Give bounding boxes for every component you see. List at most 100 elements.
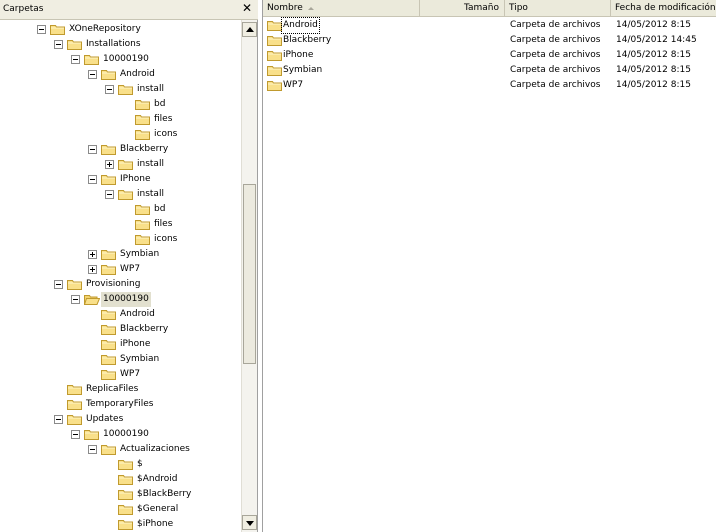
tree-node[interactable]: Updates <box>0 412 241 427</box>
collapse-minus-icon[interactable] <box>105 85 114 94</box>
collapse-minus-icon[interactable] <box>71 295 80 304</box>
tree-node[interactable]: XOneRepository <box>0 22 241 37</box>
tree-node[interactable]: Blackberry <box>0 322 241 337</box>
tree-node[interactable]: 10000190 <box>0 427 241 442</box>
tree-node[interactable]: icons <box>0 232 241 247</box>
collapse-minus-icon[interactable] <box>71 430 80 439</box>
column-header-tipo[interactable]: Tipo <box>505 0 611 17</box>
collapse-minus-icon[interactable] <box>54 40 63 49</box>
tree-node-label[interactable]: Blackberry <box>118 142 170 157</box>
tree-node[interactable]: 10000190 <box>0 52 241 67</box>
file-name[interactable]: WP7 <box>282 78 304 93</box>
tree-node-label[interactable]: icons <box>152 127 179 142</box>
tree-node[interactable]: WP7 <box>0 262 241 277</box>
tree-node-label[interactable]: ReplicaFiles <box>84 382 140 397</box>
scroll-down-button[interactable] <box>242 515 257 530</box>
tree-node[interactable]: Symbian <box>0 352 241 367</box>
tree-node-label[interactable]: files <box>152 112 174 127</box>
tree-node-label[interactable]: 10000190 <box>101 427 151 442</box>
scroll-thumb[interactable] <box>243 184 256 364</box>
file-name[interactable]: iPhone <box>282 48 314 63</box>
tree-node[interactable]: files <box>0 217 241 232</box>
tree-node-label[interactable]: $Android <box>135 472 180 487</box>
tree-node-label[interactable]: WP7 <box>118 262 142 277</box>
tree-node-label[interactable]: 10000190 <box>101 292 151 307</box>
tree-node-label[interactable]: $General <box>135 502 180 517</box>
collapse-minus-icon[interactable] <box>54 280 63 289</box>
tree-node[interactable]: $Android <box>0 472 241 487</box>
tree-node-label[interactable]: TemporaryFiles <box>84 397 155 412</box>
collapse-minus-icon[interactable] <box>71 55 80 64</box>
column-header-tamano[interactable]: Tamaño <box>420 0 505 17</box>
file-list-row[interactable]: Symbian Carpeta de archivos 14/05/2012 8:1… <box>263 63 716 78</box>
tree-node-label[interactable]: Provisioning <box>84 277 142 292</box>
tree-node[interactable]: icons <box>0 127 241 142</box>
tree-node[interactable]: bd <box>0 202 241 217</box>
tree-node[interactable]: WP7 <box>0 367 241 382</box>
tree-node[interactable]: TemporaryFiles <box>0 397 241 412</box>
tree-node[interactable]: files <box>0 112 241 127</box>
tree-node[interactable]: Actualizaciones <box>0 442 241 457</box>
file-list-row[interactable]: Blackberry Carpeta de archivos 14/05/2012 … <box>263 33 716 48</box>
collapse-minus-icon[interactable] <box>37 25 46 34</box>
tree-node[interactable]: $BlackBerry <box>0 487 241 502</box>
column-header-fecha[interactable]: Fecha de modificación <box>611 0 716 17</box>
tree-node[interactable]: Installations <box>0 37 241 52</box>
tree-node[interactable]: IPhone <box>0 172 241 187</box>
tree-node[interactable]: 10000190 <box>0 292 241 307</box>
tree-node-label[interactable]: Android <box>118 307 157 322</box>
tree-node[interactable]: $iPhone <box>0 517 241 532</box>
file-list-row[interactable]: iPhone Carpeta de archivos 14/05/2012 8:15 <box>263 48 716 63</box>
file-list-row[interactable]: Android Carpeta de archivos 14/05/2012 8:1… <box>263 17 716 34</box>
collapse-minus-icon[interactable] <box>88 445 97 454</box>
tree-node-label[interactable]: icons <box>152 232 179 247</box>
collapse-minus-icon[interactable] <box>88 70 97 79</box>
tree-node-label[interactable]: Updates <box>84 412 125 427</box>
tree-node[interactable]: Blackberry <box>0 142 241 157</box>
column-header-nombre[interactable]: Nombre <box>263 0 420 17</box>
file-name[interactable]: Blackberry <box>282 33 332 48</box>
collapse-minus-icon[interactable] <box>105 190 114 199</box>
tree-node-label[interactable]: 10000190 <box>101 52 151 67</box>
tree-node[interactable]: bd <box>0 97 241 112</box>
collapse-minus-icon[interactable] <box>54 415 63 424</box>
tree-node-label[interactable]: install <box>135 157 166 172</box>
tree-node-label[interactable]: bd <box>152 97 167 112</box>
file-list-row[interactable]: WP7 Carpeta de archivos 14/05/2012 8:15 <box>263 78 716 93</box>
tree-node-label[interactable]: $BlackBerry <box>135 487 193 502</box>
tree-node-label[interactable]: iPhone <box>118 337 152 352</box>
tree-node-label[interactable]: install <box>135 82 166 97</box>
tree-node[interactable]: ReplicaFiles <box>0 382 241 397</box>
tree-node-label[interactable]: bd <box>152 202 167 217</box>
tree-node-label[interactable]: install <box>135 187 166 202</box>
file-name[interactable]: Symbian <box>282 63 323 78</box>
tree-node[interactable]: iPhone <box>0 337 241 352</box>
tree-node-label[interactable]: Blackberry <box>118 322 170 337</box>
tree-node[interactable]: $ <box>0 457 241 472</box>
tree-scrollbar[interactable] <box>241 20 257 532</box>
tree-node[interactable]: install <box>0 82 241 97</box>
close-icon[interactable]: ✕ <box>242 1 252 15</box>
expand-plus-icon[interactable] <box>88 250 97 259</box>
tree-node-label[interactable]: Android <box>118 67 157 82</box>
tree-node-label[interactable]: Symbian <box>118 352 161 367</box>
expand-plus-icon[interactable] <box>105 160 114 169</box>
tree-node[interactable]: install <box>0 157 241 172</box>
scroll-up-button[interactable] <box>242 22 257 37</box>
tree-node[interactable]: Symbian <box>0 247 241 262</box>
tree-node-label[interactable]: IPhone <box>118 172 153 187</box>
collapse-minus-icon[interactable] <box>88 175 97 184</box>
collapse-minus-icon[interactable] <box>88 145 97 154</box>
file-name[interactable]: Android <box>281 17 320 34</box>
tree-node[interactable]: $General <box>0 502 241 517</box>
tree-node-label[interactable]: Symbian <box>118 247 161 262</box>
tree-node-label[interactable]: Actualizaciones <box>118 442 192 457</box>
tree-node-label[interactable]: Installations <box>84 37 143 52</box>
tree-node-label[interactable]: files <box>152 217 174 232</box>
expand-plus-icon[interactable] <box>88 265 97 274</box>
tree-node-label[interactable]: XOneRepository <box>67 22 143 37</box>
tree-node[interactable]: Android <box>0 67 241 82</box>
tree-node-label[interactable]: $iPhone <box>135 517 175 532</box>
tree-node-label[interactable]: $ <box>135 457 145 472</box>
tree-node[interactable]: Android <box>0 307 241 322</box>
